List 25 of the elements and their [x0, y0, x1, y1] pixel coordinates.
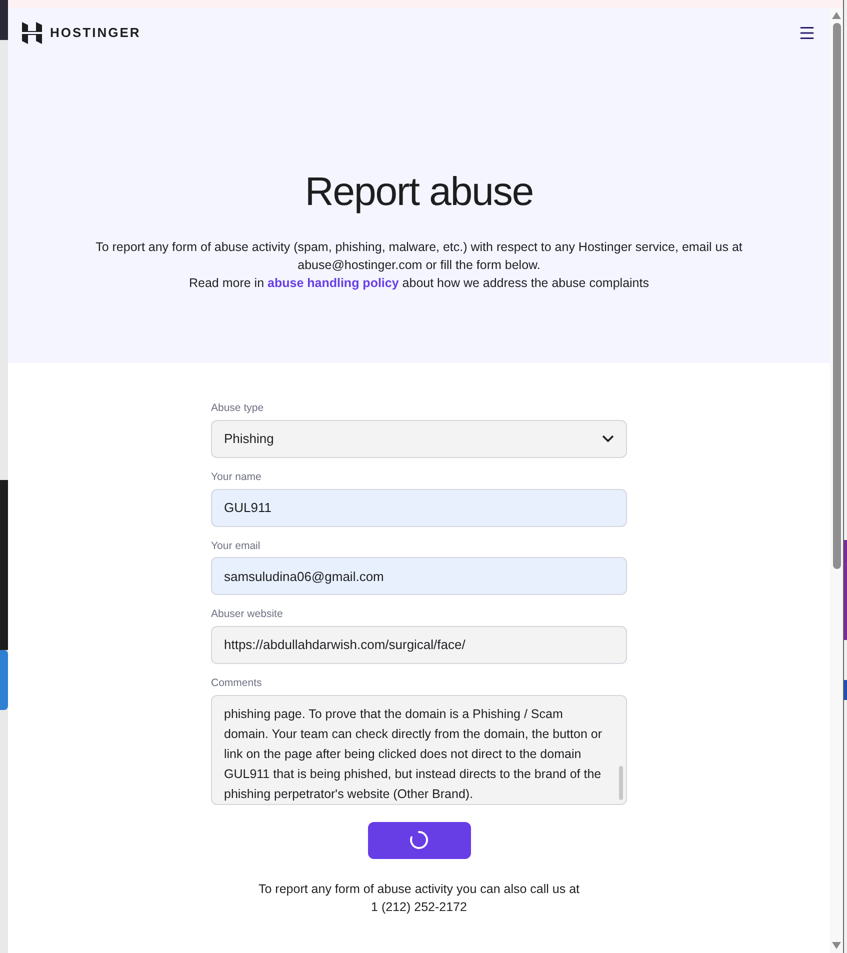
logo-icon	[22, 22, 42, 44]
submit-button[interactable]	[368, 822, 470, 859]
input-field[interactable]: GUL911	[211, 488, 627, 526]
policy-link[interactable]: abuse handling policy	[268, 276, 399, 290]
footer-text: To report any form of abuse activity you can also call us at	[258, 880, 580, 898]
read-more-text: Read more in abuse handling policy about how we address the abuse complaints	[189, 275, 649, 292]
chevron-down-icon	[602, 435, 614, 442]
scroll-up-icon[interactable]	[832, 12, 841, 19]
abuse-type-select[interactable]: Phishing	[211, 420, 627, 458]
comments-field[interactable]: phishing page. To prove that the domain is a Phishing / Scam domain. Your team can check directly from the domain, the button or link on the page after being clicked does not direct to the domain GUL911 that is being phished, but instead directs to the brand of the phishing perpetrator's website (Other Brand).	[211, 694, 627, 805]
field-label: Your email	[211, 538, 262, 554]
input-field[interactable]: https://abdullahdarwish.com/surgical/face/	[211, 626, 627, 664]
page-title: Report abuse	[304, 169, 534, 216]
field-label: Abuse type	[211, 401, 265, 416]
scrollbar-thumb[interactable]	[832, 23, 840, 569]
field-label: Comments	[211, 676, 263, 691]
phone-number: 1 (212) 252-2172	[371, 898, 467, 916]
input-field[interactable]: samsuludina06@gmail.com	[211, 557, 627, 596]
spinner-icon	[409, 830, 429, 850]
menu-icon[interactable]	[798, 24, 816, 42]
intro-text: To report any form of abuse activity (spam, phishing, malware, etc.) with respect to any Hostinger service, email us at abuse@hostinger.com or fill the form below.	[94, 239, 744, 274]
field-label: Your name	[211, 470, 262, 485]
field-label: Abuser website	[211, 607, 284, 622]
logo-text: HOSTINGER	[50, 24, 141, 42]
scroll-down-icon[interactable]	[832, 942, 841, 949]
